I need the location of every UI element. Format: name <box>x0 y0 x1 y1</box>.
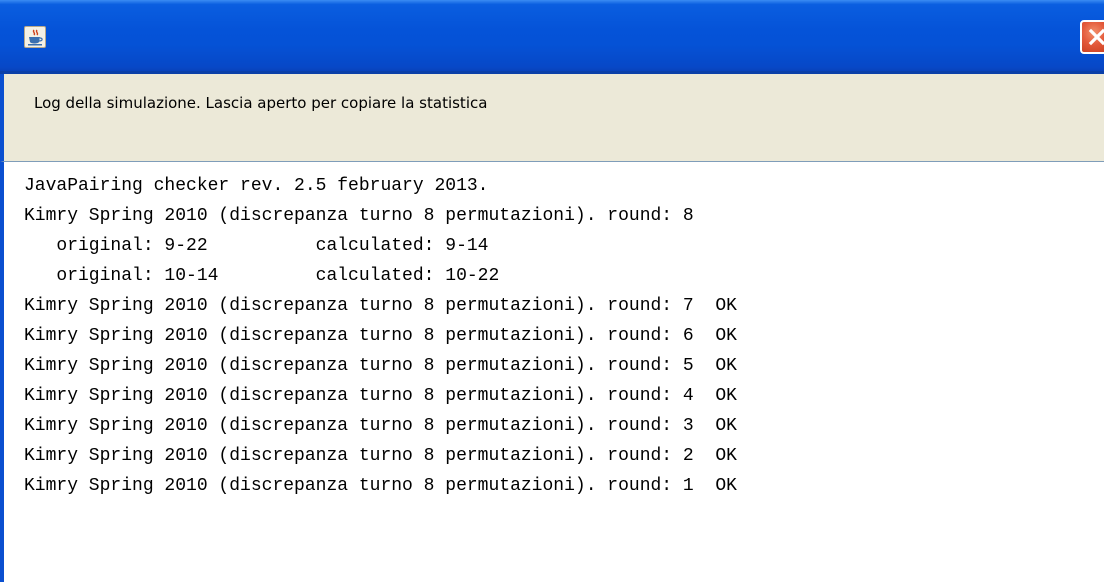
java-cup-icon[interactable] <box>24 26 46 48</box>
log-line: Kimry Spring 2010 (discrepanza turno 8 p… <box>24 386 737 406</box>
message-panel: Log della simulazione. Lascia aperto per… <box>0 74 1104 161</box>
log-line: Kimry Spring 2010 (discrepanza turno 8 p… <box>24 206 694 226</box>
log-line: Kimry Spring 2010 (discrepanza turno 8 p… <box>24 326 737 346</box>
log-text-area[interactable]: JavaPairing checker rev. 2.5 february 20… <box>0 161 1104 582</box>
log-line: original: 10-14 calculated: 10-22 <box>24 266 500 286</box>
log-line: Kimry Spring 2010 (discrepanza turno 8 p… <box>24 476 737 496</box>
title-bar[interactable] <box>0 0 1104 74</box>
close-icon <box>1088 28 1104 46</box>
log-line: original: 9-22 calculated: 9-14 <box>24 236 489 256</box>
close-button[interactable] <box>1080 20 1104 54</box>
message-label: Log della simulazione. Lascia aperto per… <box>34 94 488 112</box>
log-window: Log della simulazione. Lascia aperto per… <box>0 0 1104 582</box>
log-line: Kimry Spring 2010 (discrepanza turno 8 p… <box>24 356 737 376</box>
log-line: Kimry Spring 2010 (discrepanza turno 8 p… <box>24 446 737 466</box>
log-line: JavaPairing checker rev. 2.5 february 20… <box>24 176 489 196</box>
log-line: Kimry Spring 2010 (discrepanza turno 8 p… <box>24 296 737 316</box>
log-line: Kimry Spring 2010 (discrepanza turno 8 p… <box>24 416 737 436</box>
